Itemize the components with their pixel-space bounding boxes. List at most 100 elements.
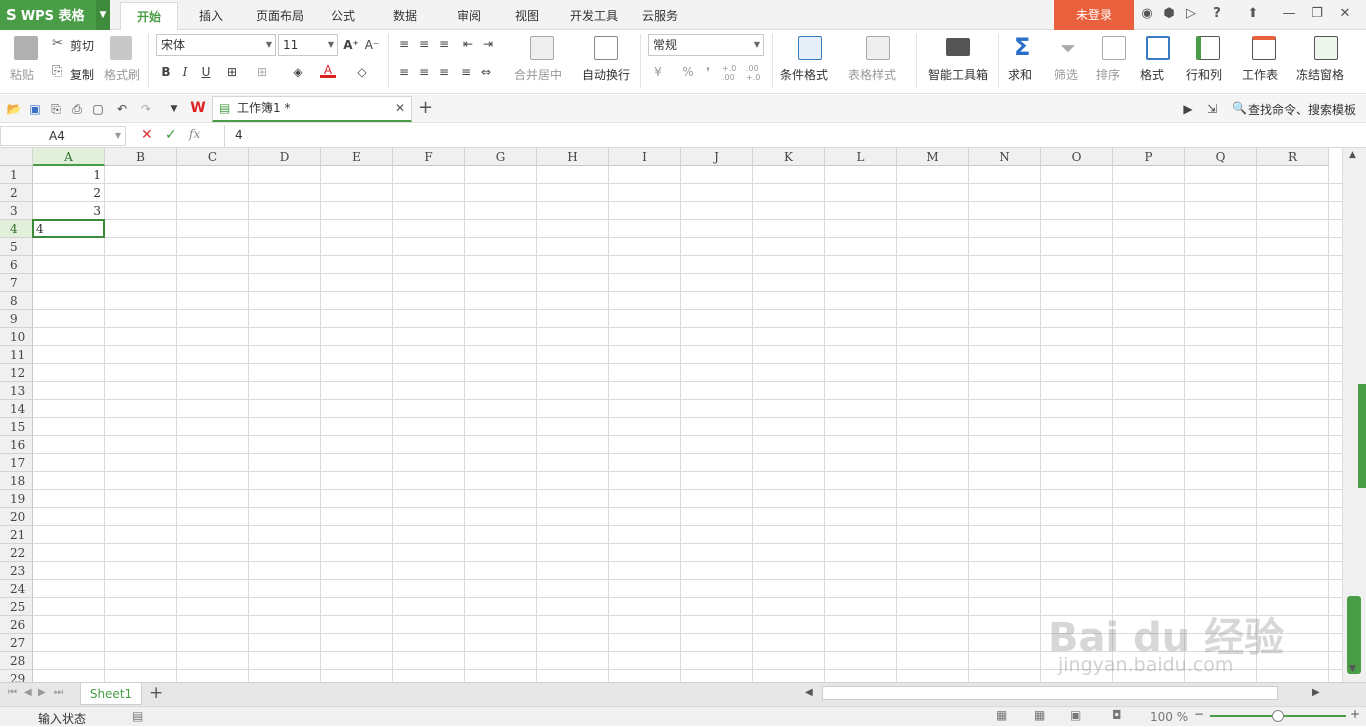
app-menu-button[interactable]: S WPS 表格 ▼ [0,0,110,30]
row-header[interactable]: 10 [0,328,33,346]
minimize-icon[interactable]: — [1280,6,1298,21]
column-header[interactable]: D [249,148,321,166]
column-header[interactable]: Q [1185,148,1257,166]
eye-protection-icon[interactable]: ◘ [1112,708,1122,722]
justify-icon[interactable]: ≡ [458,64,474,80]
scroll-thumb[interactable] [1347,596,1361,674]
cell-a1[interactable]: 1 [33,166,101,184]
decrease-decimal-button[interactable]: .00 +.0 [746,64,768,82]
tab-menu-3[interactable]: 公式 [322,0,364,30]
row-header[interactable]: 14 [0,400,33,418]
shrink-font-icon[interactable]: A⁻ [364,37,380,53]
print-preview-icon[interactable]: ▢ [90,101,106,117]
document-tab[interactable]: ▤ 工作簿1 * ✕ [212,96,412,122]
sheet-tab-sheet1[interactable]: Sheet1 [80,683,142,705]
row-header[interactable]: 15 [0,418,33,436]
cut-button[interactable]: 剪切 [70,37,94,54]
macro-icon[interactable]: ▤ [132,709,143,723]
tab-menu-8[interactable]: 云服务 [636,0,684,30]
align-right-icon[interactable]: ≡ [436,64,452,80]
prev-sheet-icon[interactable]: ◀ [24,687,32,698]
italic-button[interactable]: I [177,64,193,80]
merge-center-button[interactable]: 合并居中 [514,66,562,83]
row-header[interactable]: 11 [0,346,33,364]
column-header[interactable]: K [753,148,825,166]
smart-toolbox-button[interactable]: 智能工具箱 [928,66,988,83]
row-header[interactable]: 19 [0,490,33,508]
format-button[interactable]: 格式 [1140,66,1164,83]
tab-menu-5[interactable]: 审阅 [448,0,490,30]
zoom-in-icon[interactable]: + [1350,707,1360,721]
save-icon[interactable]: ▣ [27,101,43,117]
last-sheet-icon[interactable]: ⏭ [54,687,63,698]
cell-a4[interactable]: 4 [36,220,102,238]
column-header[interactable]: F [393,148,465,166]
align-bottom-icon[interactable]: ≡ [436,36,452,52]
number-format-select[interactable]: 常规 ▼ [648,34,764,56]
confirm-entry-icon[interactable]: ✓ [165,127,177,143]
normal-view-icon[interactable]: ▦ [996,708,1007,722]
tab-menu-0[interactable]: 开始 [120,2,178,31]
row-header[interactable]: 3 [0,202,33,220]
row-header[interactable]: 26 [0,616,33,634]
row-header[interactable]: 5 [0,238,33,256]
wps-home-icon[interactable]: W [190,100,206,116]
column-header[interactable]: R [1257,148,1329,166]
cell-a2[interactable]: 2 [33,184,101,202]
increase-indent-icon[interactable]: ⇥ [480,36,496,52]
command-search[interactable]: 查找命令、搜索模板 [1248,101,1356,118]
select-all-corner[interactable] [0,148,33,166]
row-header[interactable]: 17 [0,454,33,472]
row-header[interactable]: 9 [0,310,33,328]
row-header[interactable]: 23 [0,562,33,580]
undo-icon[interactable]: ↶ [114,101,130,117]
column-header[interactable]: G [465,148,537,166]
restore-icon[interactable]: ❐ [1308,6,1326,21]
row-header[interactable]: 29 [0,670,33,682]
sum-button[interactable]: 求和 [1008,66,1032,83]
filter-button[interactable]: 筛选 [1054,66,1078,83]
first-sheet-icon[interactable]: ⏮ [8,687,17,698]
scroll-right-icon[interactable]: ▶ [1312,687,1320,698]
font-color-button[interactable]: A [320,62,336,78]
row-header[interactable]: 13 [0,382,33,400]
freeze-pane-button[interactable]: 冻结窗格 [1296,66,1344,83]
column-header[interactable]: L [825,148,897,166]
clear-format-icon[interactable]: ◇ [354,64,370,80]
row-header[interactable]: 4 [0,220,33,238]
bold-button[interactable]: B [158,64,174,80]
increase-decimal-button[interactable]: +.0 .00 [722,64,744,82]
column-header[interactable]: M [897,148,969,166]
spreadsheet-grid[interactable]: A B C D E F G H I J K L M N O P Q R 1 2 3 4 5 6 7 8 9 10 11 12 13 14 15 1… [0,148,1342,682]
tab-menu-2[interactable]: 页面布局 [248,0,312,30]
zoom-slider-thumb[interactable] [1272,710,1284,722]
paste-button[interactable]: 粘贴 [10,66,34,83]
cell-a3[interactable]: 3 [33,202,101,220]
table-style-button[interactable]: 表格样式 [848,66,896,83]
fill-color-icon[interactable]: ◈ [290,64,306,80]
row-header[interactable]: 24 [0,580,33,598]
currency-icon[interactable]: ¥ [650,64,666,80]
align-top-icon[interactable]: ≡ [396,36,412,52]
row-header[interactable]: 28 [0,652,33,670]
row-header[interactable]: 16 [0,436,33,454]
customize-dropdown-icon[interactable]: ▼ [166,101,182,117]
column-header[interactable]: C [177,148,249,166]
tab-menu-4[interactable]: 数据 [384,0,426,30]
column-header[interactable]: I [609,148,681,166]
skin-icon[interactable]: ◉ [1138,6,1156,21]
column-header[interactable]: H [537,148,609,166]
column-header[interactable]: J [681,148,753,166]
row-header[interactable]: 7 [0,274,33,292]
row-header[interactable]: 20 [0,508,33,526]
font-name-select[interactable]: 宋体 ▼ [156,34,276,56]
row-header[interactable]: 6 [0,256,33,274]
name-box[interactable]: A4 ▼ [0,126,126,146]
format-painter-button[interactable]: 格式刷 [104,66,140,83]
share-icon[interactable]: ⇲ [1204,101,1220,117]
wrap-text-button[interactable]: 自动换行 [582,66,630,83]
copy-button[interactable]: 复制 [70,66,94,83]
row-header[interactable]: 25 [0,598,33,616]
row-header[interactable]: 1 [0,166,33,184]
close-tab-icon[interactable]: ✕ [395,97,405,119]
